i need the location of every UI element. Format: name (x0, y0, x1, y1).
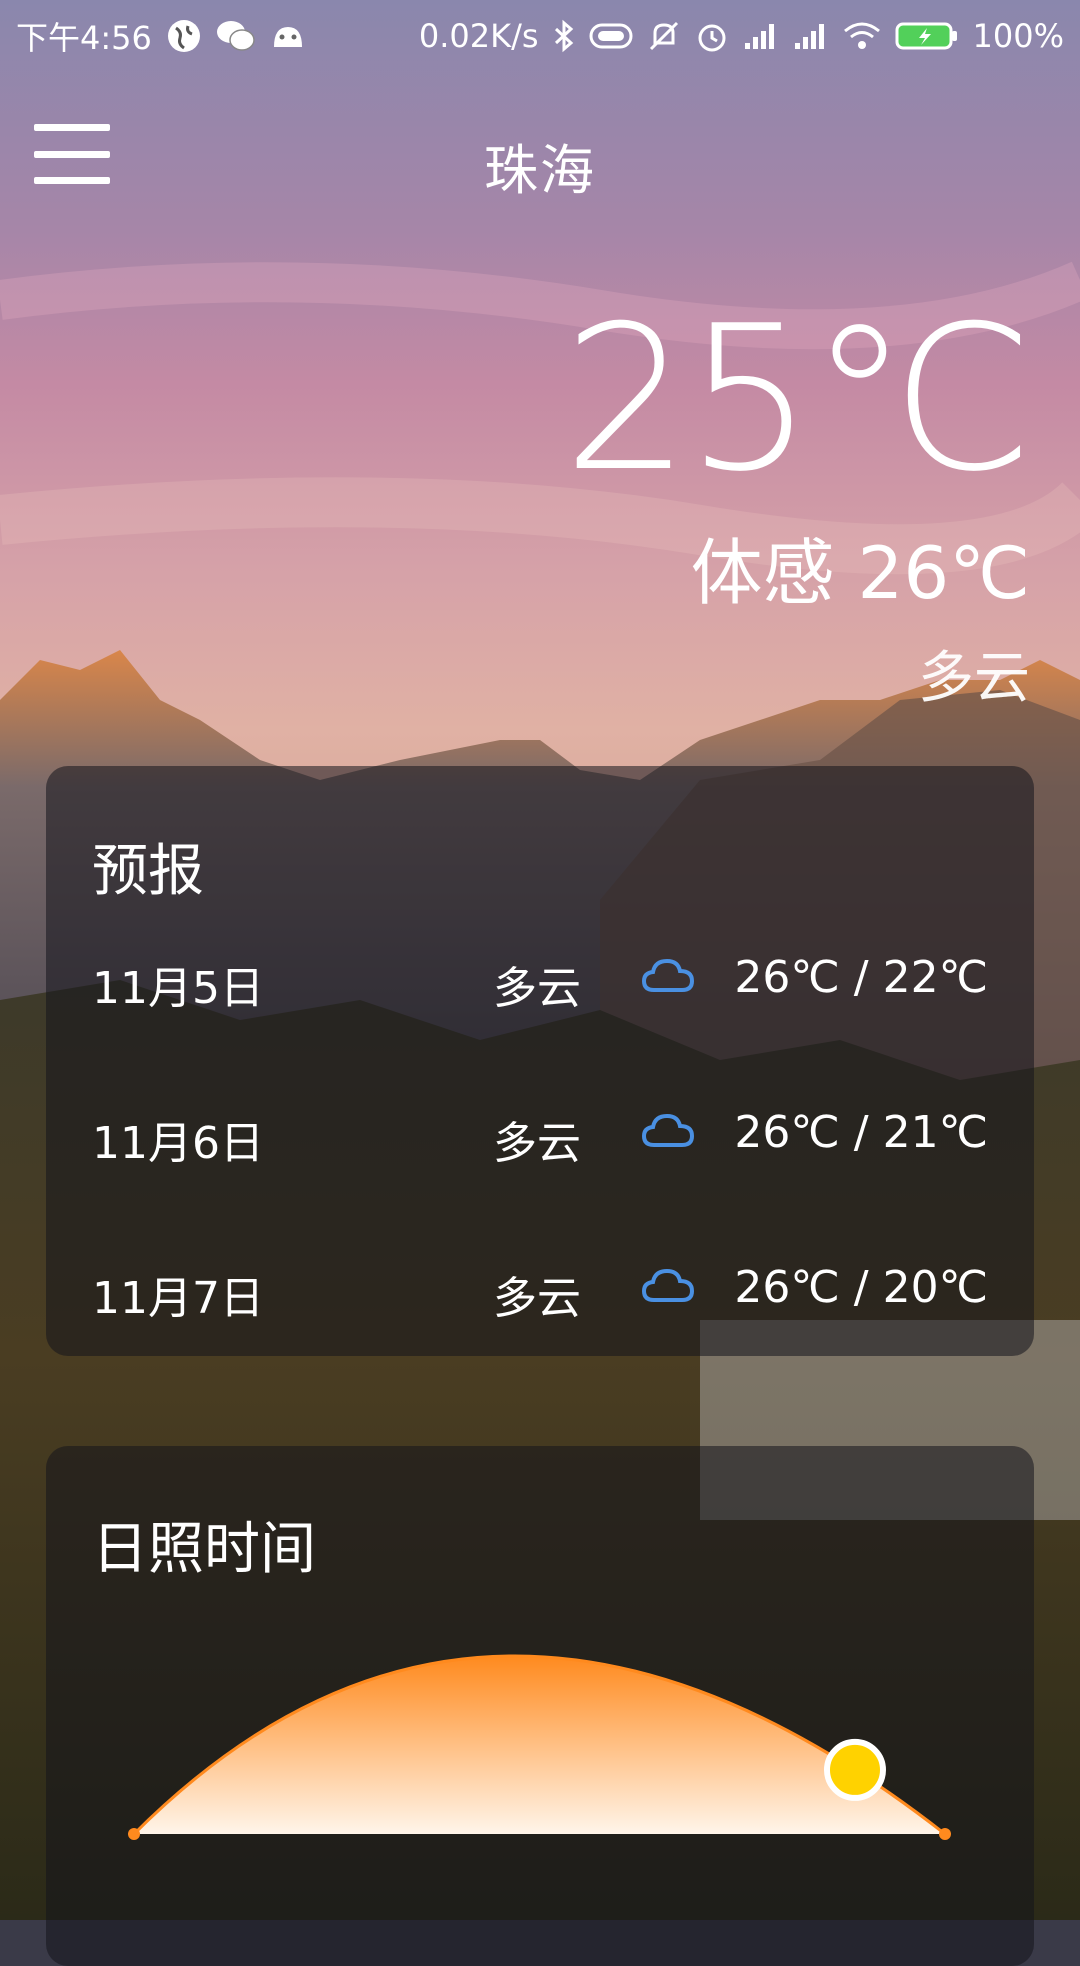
forecast-row: 11月6日 多云 26℃ / 21℃ (46, 1093, 1034, 1173)
signal-icon-1 (743, 21, 779, 51)
current-weather: 25℃ 体感 26℃ 多云 (562, 283, 1034, 714)
sunshine-title: 日照时间 (92, 1517, 316, 1582)
battery-icon (895, 20, 959, 52)
status-bar-right: 0.02K/s 100% (419, 17, 1064, 55)
sunshine-card: 日照时间 (46, 1446, 1034, 1966)
forecast-card: 预报 11月5日 多云 26℃ / 22℃ 11月6日 多云 26℃ / 21℃… (46, 766, 1034, 1356)
android-icon (270, 21, 306, 51)
cloud-icon (642, 958, 694, 992)
battery-percent: 100% (972, 17, 1064, 55)
forecast-date: 11月5日 (92, 963, 264, 1014)
vibrate-icon (589, 22, 633, 50)
current-temperature: 25℃ (562, 283, 1034, 516)
forecast-condition: 多云 (493, 1273, 581, 1324)
forecast-temp-range: 26℃ / 20℃ (734, 1262, 988, 1313)
forecast-date: 11月7日 (92, 1273, 264, 1324)
cloud-icon (642, 1113, 694, 1147)
daylight-area (134, 1656, 945, 1834)
forecast-row: 11月7日 多云 26℃ / 20℃ (46, 1248, 1034, 1328)
sunrise-dot (128, 1828, 140, 1840)
forecast-condition: 多云 (493, 1118, 581, 1169)
forecast-row: 11月5日 多云 26℃ / 22℃ (46, 938, 1034, 1018)
bluetooth-icon (553, 19, 575, 53)
status-bar: 下午4:56 0.02K/s 100% (0, 0, 1080, 72)
city-title: 珠海 (484, 139, 596, 202)
sun-arc-chart (128, 1654, 951, 1840)
mute-icon (647, 19, 681, 53)
forecast-temp-range: 26℃ / 21℃ (734, 1107, 988, 1158)
net-speed: 0.02K/s (418, 17, 539, 55)
forecast-temp-range: 26℃ / 22℃ (734, 952, 988, 1003)
feels-like: 体感 26℃ (690, 531, 1030, 615)
wechat-icon (216, 19, 256, 53)
status-time: 下午4:56 (16, 19, 152, 57)
status-bar-left: 下午4:56 (16, 13, 306, 59)
globe-icon (166, 18, 202, 54)
forecast-condition: 多云 (493, 963, 581, 1014)
wifi-icon (843, 21, 881, 51)
forecast-date: 11月6日 (92, 1118, 264, 1169)
current-condition: 多云 (918, 646, 1030, 711)
toolbar: 珠海 (0, 96, 1080, 216)
forecast-title: 预报 (92, 839, 204, 904)
cloud-icon (642, 1268, 694, 1302)
alarm-icon (695, 19, 729, 53)
sun-position-icon (823, 1738, 886, 1801)
signal-icon-2 (793, 21, 829, 51)
sunset-dot (939, 1828, 951, 1840)
